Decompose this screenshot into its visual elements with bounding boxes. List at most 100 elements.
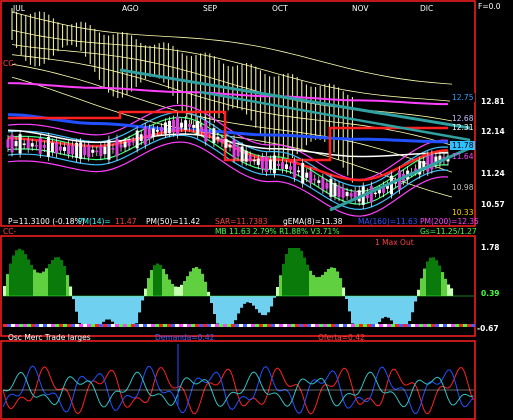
histogram-bar [168, 279, 172, 296]
signal-segment [407, 324, 411, 327]
candle-body [333, 183, 337, 197]
chart-window: JUL AGO SEP OCT NOV DIC F=0.0 12.81 12.1… [0, 0, 513, 420]
histogram-bar [408, 296, 412, 322]
histogram-bar [162, 268, 166, 296]
candle-body [172, 119, 176, 133]
candle-body [345, 191, 349, 197]
signal-segment [175, 324, 179, 327]
signal-segment [427, 324, 431, 327]
histogram-bar [288, 248, 292, 296]
signal-segment [319, 324, 323, 327]
histogram-bar [342, 287, 346, 296]
histogram-bar [327, 268, 331, 296]
histogram-bar [267, 296, 271, 313]
histogram-bar [105, 296, 109, 320]
histogram-bar [396, 296, 400, 324]
x-tick-label: SEP [203, 4, 217, 13]
stat-pm200: PM(200)=12.35 [420, 217, 479, 226]
candle-body [325, 183, 329, 189]
candle-body [208, 132, 212, 135]
candle-body [163, 122, 167, 134]
signal-segment [399, 324, 403, 327]
signal-segment [275, 324, 279, 327]
signal-segment [279, 324, 283, 327]
candle-body [293, 161, 297, 178]
histogram-bar [270, 296, 274, 307]
signal-segment [51, 324, 55, 327]
histogram-bar [405, 296, 409, 324]
histogram-bar [384, 296, 388, 317]
signal-segment [347, 324, 351, 327]
candle-body [256, 158, 260, 165]
histogram-bar [348, 296, 352, 312]
candle-body [123, 141, 127, 148]
candle-body [329, 178, 333, 197]
signal-segment [159, 324, 163, 327]
candle-body [176, 116, 180, 135]
signal-segment [223, 324, 227, 327]
candle-body [10, 134, 14, 153]
histogram-bar [354, 296, 358, 324]
candle-body [151, 128, 155, 137]
histogram-bar [228, 296, 232, 324]
histogram-bar [294, 248, 298, 296]
oferta-label: Oferta=0.42 [318, 333, 365, 342]
histogram-bar [102, 296, 106, 322]
histogram-bar [216, 296, 220, 324]
candle-body [337, 185, 341, 198]
demanda-label: Demanda=0.42 [155, 333, 215, 342]
histogram-bar [90, 296, 94, 324]
candle-body [46, 137, 50, 157]
histogram-bar [141, 296, 145, 301]
signal-segment [443, 324, 447, 327]
histogram-bar [114, 296, 118, 324]
signal-segment [103, 324, 107, 327]
histogram-bar [150, 270, 154, 296]
cloud-edge [11, 44, 453, 122]
candle-body [200, 126, 204, 132]
histogram-bar [219, 296, 223, 324]
x-tick-label: DIC [420, 4, 433, 13]
candle-body [42, 144, 46, 148]
histogram-bar [30, 264, 34, 296]
signal-segment [243, 324, 247, 327]
signal-segment [7, 324, 11, 327]
y-tick-label: -0.67 [477, 324, 499, 333]
histogram-bar [306, 264, 310, 296]
signal-segment [95, 324, 99, 327]
middle-panel-title: 1 Max Out [375, 238, 414, 247]
histogram-bar [231, 296, 235, 324]
histogram-bar [120, 296, 124, 324]
candle-body [83, 146, 87, 156]
cloud-edge [11, 29, 453, 102]
candle-body [14, 141, 18, 147]
signal-segment [415, 324, 419, 327]
candle-body [184, 120, 188, 131]
candle-body [127, 139, 131, 146]
stat-sar: SAR=11.7383 [215, 217, 268, 226]
histogram-bar [204, 281, 208, 296]
signal-segment [199, 324, 203, 327]
candle-body [305, 172, 309, 178]
histogram-bar [264, 296, 268, 316]
candle-body [26, 140, 30, 149]
histogram-bar [429, 257, 433, 296]
candle-body [91, 149, 95, 153]
histogram-bar [252, 296, 256, 306]
signal-segment [463, 324, 467, 327]
histogram-bar [192, 268, 196, 296]
histogram-bar [276, 286, 280, 296]
signal-segment [263, 324, 267, 327]
signal-segment [291, 324, 295, 327]
candle-body [426, 155, 430, 172]
histogram-bar [9, 263, 13, 296]
signal-segment [315, 324, 319, 327]
stat-gs: Gs=11.25/1.27 [420, 227, 477, 236]
histogram-bar [417, 289, 421, 296]
candle-body [349, 193, 353, 197]
histogram-bar [87, 296, 91, 324]
stat-pm14-label: PM(14)= [78, 217, 111, 226]
histogram-bar [159, 265, 163, 296]
candle-body [54, 142, 58, 154]
signal-segment [411, 324, 415, 327]
